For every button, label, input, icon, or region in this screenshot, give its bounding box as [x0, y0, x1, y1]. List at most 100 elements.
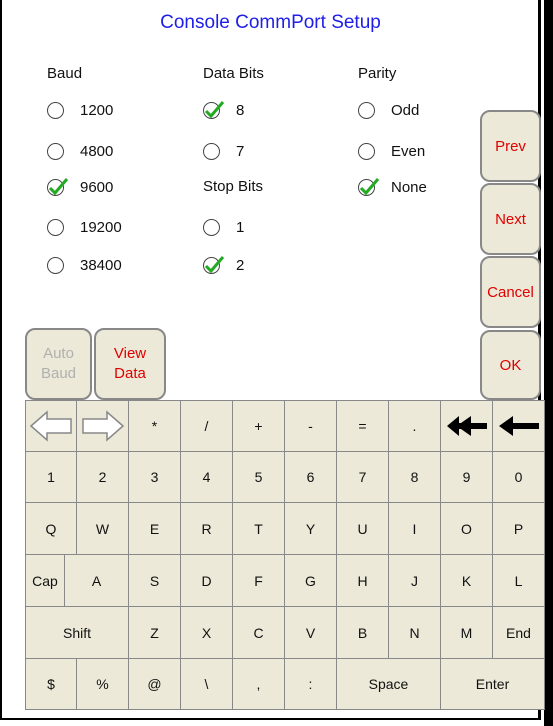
key-at[interactable]: @ — [129, 659, 181, 710]
key-3[interactable]: 3 — [129, 452, 181, 503]
prev-button[interactable]: Prev — [480, 110, 541, 182]
key-asterisk[interactable]: * — [129, 400, 181, 452]
baud-option-19200[interactable]: 19200 — [47, 216, 122, 238]
key-backslash[interactable]: \ — [181, 659, 233, 710]
cancel-button[interactable]: Cancel — [480, 256, 541, 328]
radio-checked-icon — [203, 100, 225, 119]
radio-icon — [358, 142, 375, 160]
key-percent[interactable]: % — [77, 659, 129, 710]
key-period[interactable]: . — [389, 400, 441, 452]
radio-icon — [47, 101, 64, 119]
key-enter[interactable]: Enter — [441, 659, 545, 710]
ok-button[interactable]: OK — [480, 330, 541, 400]
key-slash[interactable]: / — [181, 400, 233, 452]
check-icon — [359, 177, 380, 195]
stop-bits-option-2[interactable]: 2 — [203, 254, 244, 276]
key-g[interactable]: G — [285, 555, 337, 607]
key-comma[interactable]: , — [233, 659, 285, 710]
key-0[interactable]: 0 — [493, 452, 545, 503]
key-d[interactable]: D — [181, 555, 233, 607]
radio-icon — [47, 142, 64, 160]
key-i[interactable]: I — [389, 503, 441, 555]
data-bits-option-7[interactable]: 7 — [203, 140, 244, 162]
key-x[interactable]: X — [181, 607, 233, 659]
key-q[interactable]: Q — [25, 503, 77, 555]
key-z[interactable]: Z — [129, 607, 181, 659]
auto-baud-line2: Baud — [40, 365, 77, 382]
parity-option-odd[interactable]: Odd — [358, 99, 419, 121]
data-bits-option-8[interactable]: 8 — [203, 99, 244, 121]
check-icon — [48, 177, 69, 195]
left-arrow-outline-icon — [29, 410, 72, 442]
key-s[interactable]: S — [129, 555, 181, 607]
key-9[interactable]: 9 — [441, 452, 493, 503]
key-e[interactable]: E — [129, 503, 181, 555]
key-v[interactable]: V — [285, 607, 337, 659]
key-backspace[interactable] — [493, 400, 545, 452]
baud-option-label: 19200 — [80, 218, 122, 236]
baud-option-label: 4800 — [80, 142, 114, 160]
key-equals[interactable]: = — [337, 400, 389, 452]
key-4[interactable]: 4 — [181, 452, 233, 503]
key-l[interactable]: L — [493, 555, 545, 607]
key-8[interactable]: 8 — [389, 452, 441, 503]
left-arrow-icon — [498, 416, 539, 436]
key-dollar[interactable]: $ — [25, 659, 77, 710]
stop-bits-option-label: 2 — [236, 256, 245, 274]
baud-option-label: 1200 — [80, 101, 114, 119]
auto-baud-button[interactable]: Auto Baud — [25, 328, 92, 400]
baud-option-38400[interactable]: 38400 — [47, 254, 122, 276]
key-j[interactable]: J — [389, 555, 441, 607]
baud-label: Baud — [47, 65, 83, 82]
key-plus[interactable]: + — [233, 400, 285, 452]
key-5[interactable]: 5 — [233, 452, 285, 503]
key-u[interactable]: U — [337, 503, 389, 555]
key-w[interactable]: W — [77, 503, 129, 555]
key-colon[interactable]: : — [285, 659, 337, 710]
key-clear[interactable] — [441, 400, 493, 452]
key-left-arrow[interactable] — [25, 400, 77, 452]
double-left-arrow-icon — [446, 416, 487, 436]
key-right-arrow[interactable] — [77, 400, 129, 452]
key-a[interactable]: A — [65, 555, 129, 607]
baud-option-4800[interactable]: 4800 — [47, 140, 113, 162]
radio-checked-icon — [358, 177, 380, 196]
key-n[interactable]: N — [389, 607, 441, 659]
key-t[interactable]: T — [233, 503, 285, 555]
view-data-line1: View — [113, 345, 147, 362]
key-y[interactable]: Y — [285, 503, 337, 555]
radio-icon — [203, 142, 220, 160]
key-f[interactable]: F — [233, 555, 285, 607]
key-2[interactable]: 2 — [77, 452, 129, 503]
baud-option-label: 9600 — [80, 178, 114, 196]
stop-bits-option-label: 1 — [236, 218, 245, 236]
data-bits-option-label: 7 — [236, 142, 245, 160]
key-caps[interactable]: Cap — [25, 555, 65, 607]
on-screen-keyboard: * / + - = . 1 2 3 4 5 6 7 8 9 0 Q W E R … — [25, 400, 545, 710]
baud-option-1200[interactable]: 1200 — [47, 99, 113, 121]
right-arrow-outline-icon — [81, 410, 124, 442]
key-end[interactable]: End — [493, 607, 545, 659]
key-minus[interactable]: - — [285, 400, 337, 452]
key-space[interactable]: Space — [337, 659, 441, 710]
key-k[interactable]: K — [441, 555, 493, 607]
data-bits-label: Data Bits — [203, 65, 264, 82]
key-p[interactable]: P — [493, 503, 545, 555]
key-shift[interactable]: Shift — [25, 607, 129, 659]
baud-option-9600[interactable]: 9600 — [47, 176, 113, 198]
next-button[interactable]: Next — [480, 183, 541, 255]
key-1[interactable]: 1 — [25, 452, 77, 503]
parity-option-label: Even — [391, 142, 426, 160]
key-b[interactable]: B — [337, 607, 389, 659]
parity-option-even[interactable]: Even — [358, 140, 425, 162]
key-7[interactable]: 7 — [337, 452, 389, 503]
stop-bits-option-1[interactable]: 1 — [203, 216, 244, 238]
key-h[interactable]: H — [337, 555, 389, 607]
key-m[interactable]: M — [441, 607, 493, 659]
key-6[interactable]: 6 — [285, 452, 337, 503]
key-c[interactable]: C — [233, 607, 285, 659]
key-r[interactable]: R — [181, 503, 233, 555]
parity-option-none[interactable]: None — [358, 176, 427, 198]
key-o[interactable]: O — [441, 503, 493, 555]
view-data-button[interactable]: View Data — [94, 328, 166, 400]
